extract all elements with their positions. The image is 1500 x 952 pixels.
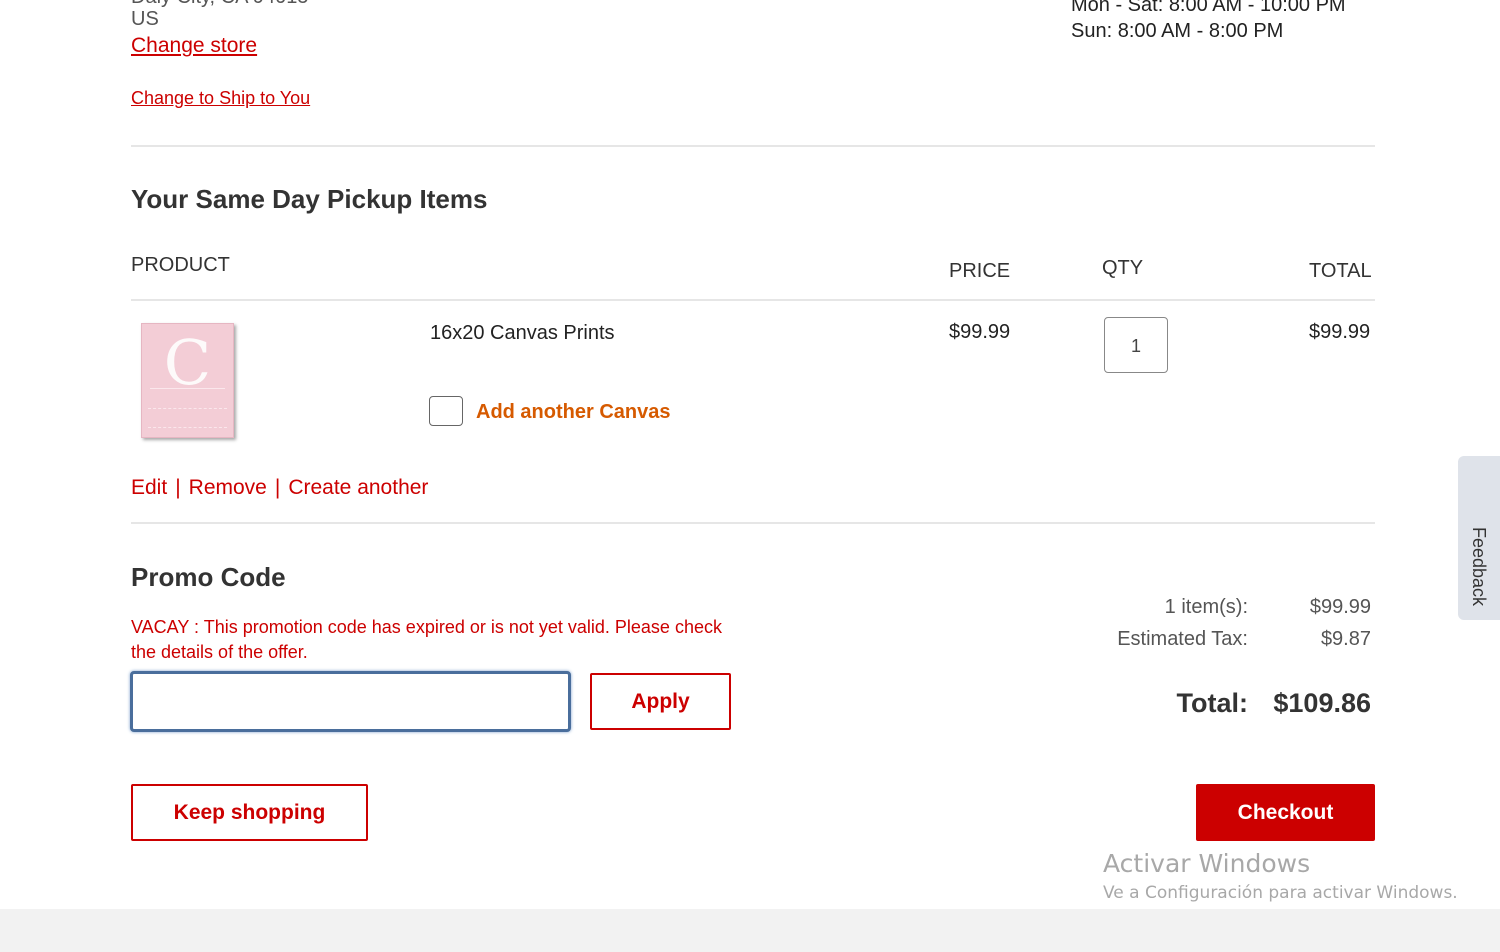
summary-total-label: Total:	[1176, 688, 1248, 718]
add-another-canvas-checkbox[interactable]	[429, 396, 463, 426]
item-actions: Edit | Remove | Create another	[131, 476, 428, 500]
column-header-price: PRICE	[949, 260, 1011, 282]
feedback-tab[interactable]: Feedback	[1458, 456, 1500, 620]
action-separator: |	[175, 476, 181, 499]
cart-page: Daly City, CA 94015 US Change store Chan…	[0, 0, 1500, 952]
item-price: $99.99	[949, 321, 1011, 343]
promo-code-input[interactable]	[130, 671, 571, 732]
checkout-button[interactable]: Checkout	[1196, 784, 1375, 841]
windows-activation-title: Activar Windows	[1103, 849, 1311, 878]
summary-items-value: $99.99	[1309, 596, 1371, 618]
summary-total-value: $109.86	[1273, 688, 1371, 718]
windows-activation-subtitle: Ve a Configuración para activar Windows.	[1103, 883, 1458, 903]
column-header-total: TOTAL	[1309, 260, 1372, 282]
change-store-link[interactable]: Change store	[131, 34, 257, 58]
column-header-qty: QTY	[1102, 257, 1144, 279]
quantity-input[interactable]: 1	[1104, 317, 1168, 373]
create-another-link[interactable]: Create another	[288, 476, 428, 499]
section-title: Your Same Day Pickup Items	[131, 184, 488, 214]
product-name: 16x20 Canvas Prints	[430, 322, 615, 344]
column-header-product: PRODUCT	[131, 254, 230, 276]
summary-tax-value: $9.87	[1320, 628, 1371, 650]
thumbnail-decoration	[150, 388, 225, 389]
footer-band	[0, 909, 1500, 952]
summary-items-label: 1 item(s):	[1164, 596, 1248, 618]
change-to-ship-link[interactable]: Change to Ship to You	[131, 88, 310, 109]
edit-link[interactable]: Edit	[131, 476, 167, 499]
store-hours-sunday: Sun: 8:00 AM - 8:00 PM	[1071, 20, 1284, 42]
thumbnail-decoration	[148, 408, 227, 428]
action-separator: |	[274, 476, 281, 499]
product-thumbnail[interactable]: C	[141, 323, 234, 438]
feedback-label: Feedback	[1469, 527, 1489, 607]
add-another-canvas-label[interactable]: Add another Canvas	[476, 401, 670, 424]
apply-promo-button[interactable]: Apply	[590, 673, 731, 730]
store-hours-weekday: Mon - Sat: 8:00 AM - 10:00 PM	[1071, 0, 1346, 16]
promo-error-message: VACAY : This promotion code has expired …	[131, 617, 722, 662]
store-country: US	[131, 8, 159, 30]
promo-code-title: Promo Code	[131, 562, 286, 592]
keep-shopping-button[interactable]: Keep shopping	[131, 784, 368, 841]
remove-link[interactable]: Remove	[189, 476, 267, 499]
divider	[131, 145, 1375, 147]
item-total: $99.99	[1309, 321, 1371, 343]
divider	[131, 299, 1375, 301]
divider	[131, 522, 1375, 524]
summary-tax-label: Estimated Tax:	[1117, 628, 1248, 650]
